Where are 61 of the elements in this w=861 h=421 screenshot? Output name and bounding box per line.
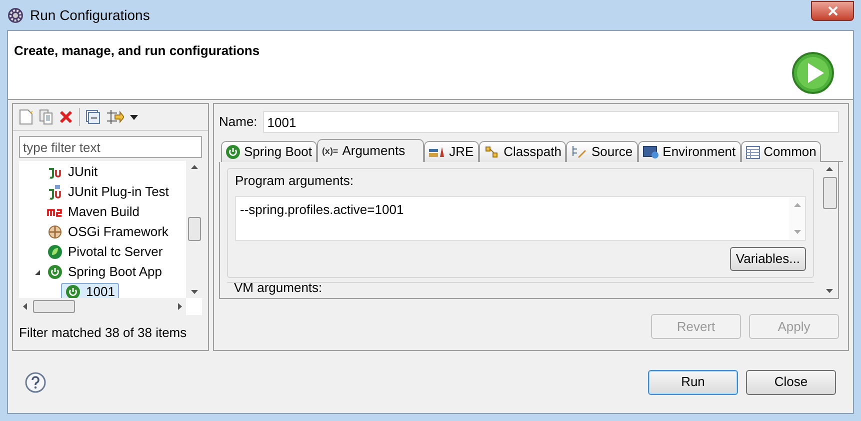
tree-item[interactable]: Maven Build xyxy=(43,202,144,222)
tree-item[interactable]: OSGi Framework xyxy=(43,222,172,242)
window-icon xyxy=(642,145,659,159)
copy-icon[interactable] xyxy=(39,109,53,125)
scroll-arrow-icon[interactable] xyxy=(190,290,198,294)
expand-toggle[interactable] xyxy=(34,268,40,276)
group-label: VM arguments: xyxy=(234,280,324,294)
play-icon xyxy=(791,51,835,95)
close-button[interactable] xyxy=(811,1,854,21)
name-label: Name: xyxy=(219,113,258,132)
arrows-icon xyxy=(484,145,500,159)
group-label: Program arguments: xyxy=(235,172,354,190)
tab[interactable]: JRE xyxy=(424,141,479,162)
tree-item[interactable]: JUnit xyxy=(43,162,102,182)
leaf-icon xyxy=(48,245,62,259)
tree-item[interactable]: 1001 xyxy=(61,282,119,298)
scroll-thumb[interactable] xyxy=(188,217,200,242)
scroll-arrow-icon[interactable] xyxy=(23,302,27,310)
name-field[interactable]: 1001 xyxy=(263,111,839,133)
ju-icon xyxy=(47,165,63,179)
tab[interactable]: Classpath xyxy=(478,141,566,162)
filter-field[interactable]: type filter text xyxy=(19,136,202,158)
scroll-arrow-icon[interactable] xyxy=(826,289,833,293)
m-two-icon xyxy=(47,207,63,217)
variables-button[interactable]: Variables... xyxy=(730,246,806,270)
collapse-icon[interactable] xyxy=(86,110,100,124)
books-icon xyxy=(429,146,446,158)
delete-icon[interactable] xyxy=(59,110,73,124)
new-file-icon[interactable] xyxy=(19,109,33,125)
power-icon xyxy=(48,265,62,279)
tree-item[interactable]: JUnit Plug-in Test xyxy=(43,182,173,202)
dropdown-icon[interactable] xyxy=(130,114,138,120)
tree-item[interactable]: Pivotal tc Server xyxy=(43,242,167,262)
scroll-arrow-icon[interactable] xyxy=(190,165,198,169)
tab[interactable]: Source xyxy=(566,141,638,162)
dialog-button[interactable]: Close xyxy=(746,370,836,394)
filter-icon[interactable] xyxy=(106,109,124,125)
window-title: Run Configurations xyxy=(30,6,151,25)
vertical-scrollbar[interactable] xyxy=(186,161,202,298)
ju-plug-icon xyxy=(47,184,63,200)
tree-pencil-icon xyxy=(571,145,588,159)
power-icon xyxy=(226,145,240,159)
scroll-arrow-icon[interactable] xyxy=(826,167,833,171)
dialog-button[interactable]: Run xyxy=(648,370,738,394)
gear-icon xyxy=(7,6,24,24)
table-icon xyxy=(746,146,760,158)
variable-icon: (x)= xyxy=(322,146,338,156)
scroll-arrow-icon[interactable] xyxy=(178,302,182,310)
close-icon xyxy=(828,6,838,16)
tree-item[interactable]: Spring Boot App xyxy=(43,262,166,282)
scroll-thumb[interactable] xyxy=(822,177,836,209)
crosshair-icon xyxy=(48,225,62,239)
scroll-thumb[interactable] xyxy=(33,300,75,312)
tab[interactable]: (x)= Arguments xyxy=(316,139,424,162)
power-icon xyxy=(66,285,80,298)
tab[interactable]: Environment xyxy=(638,141,741,162)
header-title: Create, manage, and run configurations xyxy=(14,42,260,60)
tab[interactable]: Common xyxy=(740,141,822,162)
tab[interactable]: Spring Boot xyxy=(221,141,317,162)
filter-status: Filter matched 38 of 38 items xyxy=(18,324,188,342)
help-icon[interactable] xyxy=(25,372,46,392)
